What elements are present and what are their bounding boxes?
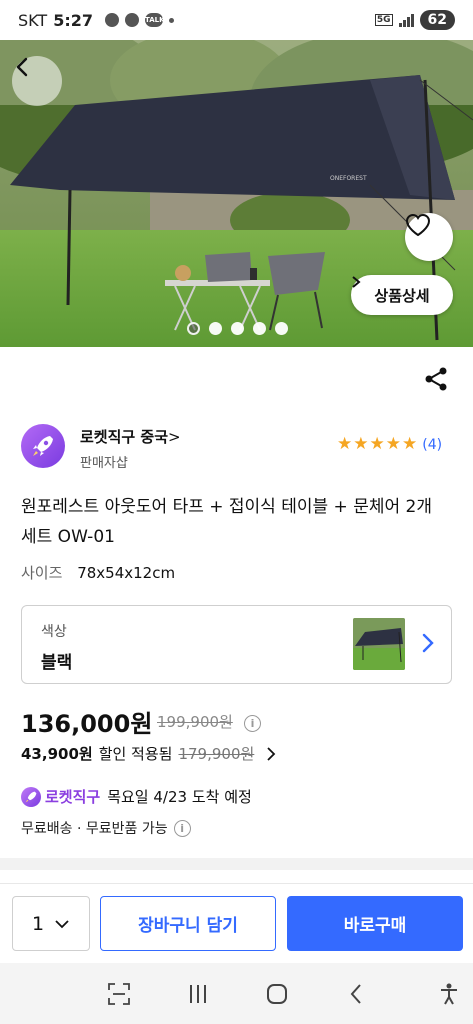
buy-now-button[interactable]: 바로구매 [287,896,463,951]
purchase-action-bar: 1 장바구니 담기 바로구매 [0,883,473,963]
carousel-dot[interactable] [187,322,200,335]
star-icon: ★ [353,434,369,454]
home-icon [267,984,287,1004]
original-price: 199,900원 [157,713,233,731]
sale-price: 136,000원 [21,710,153,738]
share-button[interactable] [421,364,451,394]
color-label: 색상 [41,624,67,640]
chevron-right-icon [422,633,434,653]
discount-row[interactable]: 43,900원 할인 적용됨 179,900원 [21,743,276,764]
back-button[interactable] [12,56,62,106]
recent-apps-button[interactable] [185,981,211,1007]
price-info-button[interactable]: i [244,712,261,732]
heart-icon [405,213,431,237]
clock: 5:27 [53,10,93,30]
shipping-text: 무료배송 · 무료반품 가능 [21,821,168,837]
scan-button[interactable] [106,981,132,1007]
scan-icon [108,983,130,1005]
arrival-date: 목요일 4/23 도착 예정 [107,788,252,806]
star-icon: ★ [337,434,353,454]
chevron-down-icon [55,919,69,928]
quantity-value: 1 [31,912,45,935]
star-icon: ★ [385,434,401,454]
add-to-cart-button[interactable]: 장바구니 담기 [100,896,276,951]
seller-name-link[interactable]: 로켓직구 중국> [80,426,181,447]
more-notifications-icon [168,17,174,23]
kakaotalk-icon: TALK [144,13,165,27]
product-detail-button[interactable]: 상품상세 [351,275,453,315]
accessibility-icon [441,983,457,1005]
recent-apps-icon [190,985,206,1003]
back-nav-button[interactable] [343,981,369,1007]
discount-text: 할인 적용됨 [98,745,173,763]
review-count: (4) [422,436,443,453]
back-arrow-icon [350,984,361,1004]
product-detail-label: 상품상세 [374,286,430,305]
carousel-dot[interactable] [209,322,222,335]
color-option-selector[interactable]: 색상 블랙 [21,605,452,684]
review-rating[interactable]: ★ ★ ★ ★ ★ (4) [337,436,442,453]
delivery-row: 로켓직구 목요일 4/23 도착 예정 [21,786,252,807]
network-type: 5G [374,14,393,26]
product-title: 원포레스트 아웃도어 타프 + 접이식 테이블 + 문체어 2개 세트 OW-0… [21,497,432,547]
chevron-left-icon [16,57,28,77]
accessibility-button[interactable] [436,981,462,1007]
wishlist-button[interactable] [405,213,453,261]
color-value: 블랙 [41,653,73,673]
chevron-right-icon [267,746,276,761]
star-icon: ★ [402,434,418,454]
rocket-delivery-label: 로켓직구 [45,788,101,806]
notification-icon [124,13,139,27]
size-row: 사이즈 78x54x12cm [21,562,175,583]
home-button[interactable] [264,981,290,1007]
color-thumbnail [353,618,405,670]
product-image-carousel[interactable]: ONEFOREST 상품상세 [0,40,473,347]
section-divider [0,858,473,870]
carousel-indicator [187,322,288,335]
carousel-dot[interactable] [275,322,288,335]
status-bar: SKT 5:27 TALK 5G 62 [0,0,473,40]
size-value: 78x54x12cm [77,564,176,582]
signal-icon [398,13,414,27]
seller-logo[interactable] [21,424,65,468]
discount-original-price: 179,900원 [178,745,255,763]
share-icon [425,367,447,391]
seller-name-chevron: > [168,428,181,446]
rocket-badge-icon [21,786,41,807]
quantity-selector[interactable]: 1 [12,896,90,951]
info-icon: i [244,715,261,732]
carrier-label: SKT [18,10,48,30]
size-label: 사이즈 [21,564,63,582]
carousel-dot[interactable] [231,322,244,335]
star-icon: ★ [369,434,385,454]
info-icon[interactable]: i [173,819,191,837]
tarp-brand: ONEFOREST [330,175,367,182]
chevron-right-icon [352,276,361,288]
seller-name: 로켓직구 중국 [80,428,169,446]
notification-icon [104,13,119,27]
carousel-dot[interactable] [253,322,266,335]
shipping-row: 무료배송 · 무료반품 가능 i [21,818,191,838]
seller-shop-label: 판매자샵 [80,456,128,471]
discount-price: 43,900원 [21,745,93,763]
battery-indicator: 62 [419,10,455,30]
rocket-icon [33,436,53,456]
system-nav-bar [0,963,473,1024]
